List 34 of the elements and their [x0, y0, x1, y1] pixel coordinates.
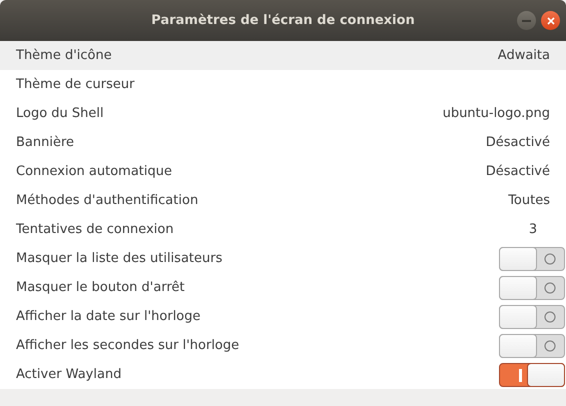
setting-value: Toutes: [508, 193, 550, 208]
setting-label: Logo du Shell: [16, 106, 104, 121]
close-icon: [546, 16, 554, 24]
setting-value: Adwaita: [498, 48, 550, 63]
off-icon: [544, 252, 556, 264]
toggle-switch[interactable]: [499, 276, 565, 300]
setting-label: Thème de curseur: [16, 77, 134, 92]
setting-value: ubuntu-logo.png: [442, 106, 550, 121]
setting-value: Désactivé: [486, 135, 550, 150]
toggle-switch[interactable]: [499, 304, 565, 328]
setting-value: 3: [528, 222, 538, 237]
on-icon: [519, 368, 522, 382]
setting-value: Désactivé: [486, 164, 550, 179]
setting-label: Thème d'icône: [16, 48, 112, 63]
off-icon: [544, 310, 556, 322]
settings-row[interactable]: Thème d'icône Adwaita: [0, 41, 566, 70]
toggle-switch[interactable]: [499, 362, 565, 386]
off-icon: [544, 282, 556, 294]
setting-label: Afficher la date sur l'horloge: [16, 309, 201, 324]
setting-label: Afficher les secondes sur l'horloge: [16, 338, 240, 353]
setting-label: Activer Wayland: [16, 367, 122, 382]
setting-label: Bannière: [16, 135, 74, 150]
setting-label: Méthodes d'authentification: [16, 193, 198, 208]
window-title: Paramètres de l'écran de connexion: [151, 13, 415, 28]
setting-label: Connexion automatique: [16, 164, 172, 179]
setting-label: Masquer la liste des utilisateurs: [16, 251, 222, 266]
toggle-switch[interactable]: [499, 334, 565, 358]
toggle-switch[interactable]: [499, 246, 565, 270]
minimize-button[interactable]: [517, 11, 536, 30]
off-icon: [544, 340, 556, 352]
close-button[interactable]: [541, 11, 560, 30]
setting-label: Tentatives de connexion: [16, 222, 174, 237]
minimize-icon: [522, 20, 531, 22]
setting-label: Masquer le bouton d'arrêt: [16, 280, 185, 295]
